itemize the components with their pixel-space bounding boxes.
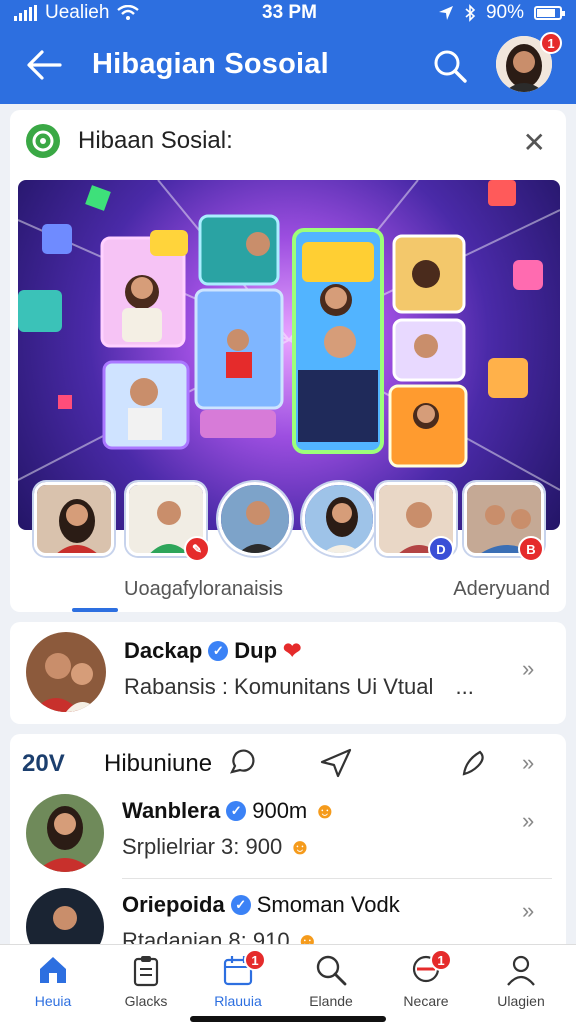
wifi-icon (117, 5, 140, 20)
connection-name-suffix: Dup (234, 638, 278, 663)
send-icon[interactable] (320, 748, 352, 778)
connection-card[interactable]: Dackap ✓ Dup ❤ Rabansis : Komunitans Ui … (10, 622, 566, 724)
connection-subtitle: Rabansis : Komunitans Ui Vtual (124, 674, 434, 699)
profile-icon (507, 955, 535, 986)
story-thumbnail[interactable] (34, 482, 114, 556)
feed-item-meta: 900m (252, 798, 308, 823)
carrier-name: Uealieh (45, 2, 110, 23)
search-icon[interactable] (430, 46, 470, 86)
verified-icon: ✓ (226, 801, 247, 821)
nav-label: Necare (403, 993, 449, 1009)
heart-icon: ❤ (283, 638, 302, 663)
feed-card: 20V Hibuniune » Wanblera ✓ 900m ☻ Srplie… (10, 734, 566, 964)
nav-item-messages[interactable]: Necare 1 (386, 949, 466, 1013)
nav-label: Elande (309, 993, 353, 1009)
verified-icon: ✓ (230, 895, 251, 915)
nav-item-glacks[interactable]: Glacks (106, 953, 186, 1013)
avatar (26, 794, 104, 872)
feed-title: Hibuniune (104, 750, 213, 777)
home-icon (40, 957, 66, 983)
nav-label: Ulagien (497, 993, 545, 1009)
nav-item-rlauuia[interactable]: Rlauuia 1 (198, 949, 278, 1013)
close-icon[interactable]: ✕ (523, 126, 546, 159)
nav-label: Rlauuia (214, 993, 262, 1009)
page-title: Hibagian Sosoial (92, 48, 329, 80)
comment-icon[interactable] (226, 748, 256, 778)
like-icon[interactable] (460, 748, 490, 778)
search-icon (316, 955, 347, 986)
feed-item-name: Oriepoida (122, 892, 225, 917)
nav-badge: 1 (430, 949, 452, 971)
location-icon (438, 6, 453, 20)
story-badge: D (428, 536, 454, 562)
emoji-icon: ☻ (288, 834, 312, 859)
nav-item-profile[interactable]: Ulagien (481, 953, 561, 1013)
battery-percent: 90% (485, 2, 524, 23)
chevron-right-icon[interactable]: » (522, 898, 534, 924)
chevron-right-icon[interactable]: » (522, 750, 534, 776)
feed-tag: 20V (22, 750, 65, 777)
tab-indicator (72, 608, 118, 612)
stories-row: ✎ D B (10, 478, 566, 588)
nav-label: Heuia (34, 993, 72, 1009)
feature-card-title: Hibaan Sosial: (78, 127, 233, 154)
bottom-navigation: Heuia Glacks Rlauuia 1 Elande Necare 1 U… (0, 944, 576, 1024)
avatar (26, 632, 106, 712)
feed-item-name: Wanblera (122, 798, 221, 823)
back-arrow-icon[interactable] (24, 48, 64, 82)
app-logo-icon (26, 124, 60, 158)
chevron-right-icon[interactable]: » (522, 656, 534, 682)
story-thumbnail[interactable] (218, 482, 292, 556)
verified-icon: ✓ (208, 641, 229, 661)
clock: 33 PM (262, 2, 317, 23)
more-ellipsis: ... (455, 674, 474, 699)
stories-label: Uoagafyloranaisis (124, 578, 283, 600)
feed-item-meta: Smoman Vodk (256, 892, 400, 917)
signal-icon (14, 5, 37, 21)
nav-item-search[interactable]: Elande (291, 953, 371, 1013)
notification-badge: 1 (540, 32, 562, 54)
feed-item-subtitle: Srplielriar 3: 900 (122, 834, 283, 859)
home-indicator (190, 1016, 386, 1022)
battery-icon (534, 6, 565, 20)
nav-badge: 1 (244, 949, 266, 971)
feature-card: Hibaan Sosial: ✕ ✎ D B Uoagafyloranaisis… (10, 110, 566, 612)
divider (122, 878, 552, 879)
status-bar: Uealieh 33 PM 90% (0, 0, 576, 26)
nav-item-home[interactable]: Heuia (13, 953, 93, 1013)
story-badge: B (518, 536, 544, 562)
bluetooth-icon (465, 4, 476, 22)
list-item[interactable]: Wanblera ✓ 900m ☻ Srplielriar 3: 900 ☻ » (10, 794, 566, 884)
story-thumbnail[interactable] (302, 482, 376, 556)
story-action-badge: ✎ (184, 536, 210, 562)
nav-label: Glacks (124, 993, 168, 1009)
connection-name: Dackap (124, 638, 203, 663)
app-header: Uealieh 33 PM 90% Hibagian Sosoial 1 (0, 0, 576, 104)
emoji-icon: ☻ (313, 798, 337, 823)
chevron-right-icon[interactable]: » (522, 808, 534, 834)
clipboard-icon (133, 956, 159, 987)
stories-label: Aderyuand (453, 578, 550, 600)
